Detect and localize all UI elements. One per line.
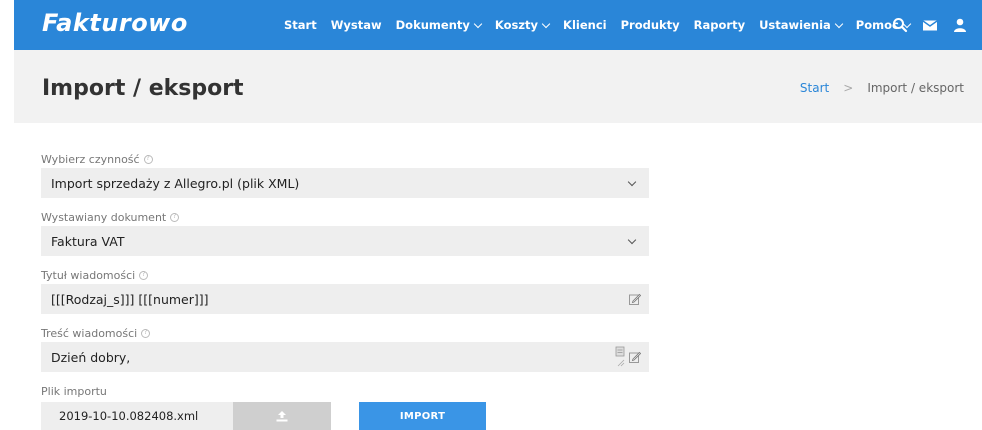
nav-dokumenty[interactable]: Dokumenty <box>396 18 483 32</box>
file-label: Plik importu <box>41 384 107 398</box>
search-icon[interactable] <box>892 17 908 33</box>
textarea-resize-icon[interactable] <box>615 346 625 368</box>
help-icon[interactable] <box>170 212 180 222</box>
upload-icon <box>276 410 288 421</box>
file-row: 2019-10-10.082408.xml IMPORT <box>41 402 649 430</box>
breadcrumb-separator: > <box>843 81 854 95</box>
top-navbar: Fakturowo Start Wystaw Dokumenty Koszty … <box>14 0 982 50</box>
nav-klienci[interactable]: Klienci <box>563 18 607 32</box>
choose-file-button[interactable] <box>233 402 331 430</box>
action-label: Wybierz czynność <box>41 150 649 168</box>
edit-icon[interactable] <box>629 351 642 363</box>
import-form: Wybierz czynność Import sprzedaży z Alle… <box>41 150 649 430</box>
chevron-down-icon <box>627 177 637 186</box>
nav-koszty[interactable]: Koszty <box>495 18 551 32</box>
chevron-down-icon <box>473 19 483 28</box>
mail-icon[interactable] <box>922 17 938 33</box>
subject-label: Tytuł wiadomości <box>41 266 649 284</box>
body-label: Treść wiadomości <box>41 324 649 342</box>
subject-input-value: [[[Rodzaj_s]]] [[[numer]]] <box>51 291 209 307</box>
edit-icon[interactable] <box>629 293 642 305</box>
file-name-field[interactable]: 2019-10-10.082408.xml <box>41 402 233 430</box>
nav-wystaw[interactable]: Wystaw <box>331 18 382 32</box>
body-textarea[interactable]: Dzień dobry, <box>41 342 649 372</box>
action-select-value: Import sprzedaży z Allegro.pl (plik XML) <box>51 175 300 191</box>
document-select-value: Faktura VAT <box>51 233 125 249</box>
user-icon[interactable] <box>952 17 968 33</box>
help-icon[interactable] <box>141 328 151 338</box>
logo[interactable]: Fakturowo <box>42 9 188 37</box>
page-title: Import / eksport <box>42 76 244 101</box>
action-select[interactable]: Import sprzedaży z Allegro.pl (plik XML) <box>41 168 649 198</box>
chevron-down-icon <box>627 235 637 244</box>
body-textarea-value: Dzień dobry, <box>51 349 131 365</box>
nav-ustawienia[interactable]: Ustawienia <box>759 18 844 32</box>
import-button[interactable]: IMPORT <box>359 402 486 430</box>
document-select[interactable]: Faktura VAT <box>41 226 649 256</box>
subject-input[interactable]: [[[Rodzaj_s]]] [[[numer]]] <box>41 284 649 314</box>
breadcrumb: Start > Import / eksport <box>800 81 964 95</box>
help-icon[interactable] <box>139 270 149 280</box>
page-header: Import / eksport Start > Import / ekspor… <box>14 50 982 123</box>
document-label: Wystawiany dokument <box>41 208 649 226</box>
chevron-down-icon <box>541 19 551 28</box>
main-nav: Start Wystaw Dokumenty Koszty Klienci Pr… <box>284 0 924 50</box>
chevron-down-icon <box>834 19 844 28</box>
nav-icons <box>892 0 968 50</box>
nav-produkty[interactable]: Produkty <box>621 18 680 32</box>
breadcrumb-current: Import / eksport <box>867 81 964 95</box>
help-icon[interactable] <box>143 154 153 164</box>
nav-raporty[interactable]: Raporty <box>694 18 745 32</box>
nav-start[interactable]: Start <box>284 18 317 32</box>
breadcrumb-home[interactable]: Start <box>800 81 829 95</box>
